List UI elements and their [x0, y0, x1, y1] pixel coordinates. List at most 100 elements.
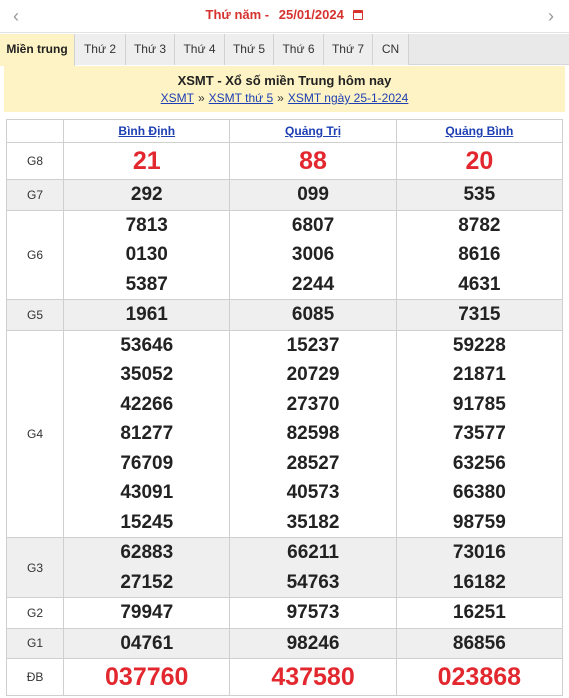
prize-label: G6 [5, 209, 65, 300]
prize-cell: 59228 21871 91785 73577 63256 66380 98759 [395, 329, 564, 538]
prize-row-đb: ĐB 037760 437580 023868 [5, 658, 564, 696]
province-link-binh-dinh[interactable]: Bình Định [118, 124, 175, 138]
winning-number: 28527 [286, 452, 340, 474]
prize-cell: 7315 [395, 299, 564, 331]
winning-number: 54763 [286, 571, 340, 593]
winning-number: 1961 [125, 304, 168, 325]
breadcrumb: XSMT» XSMT thứ 5» XSMT ngày 25-1-2024 [4, 91, 565, 105]
prize-cell: 1961 [63, 299, 231, 331]
prize-cell: 8782 8616 4631 [395, 209, 564, 300]
winning-number: 79947 [120, 602, 174, 623]
breadcrumb-link-xsmt[interactable]: XSMT [161, 91, 194, 105]
winning-number: 16251 [452, 602, 506, 623]
winning-number: 5387 [125, 273, 168, 295]
breadcrumb-separator: » [277, 91, 284, 105]
calendar-icon[interactable] [353, 10, 364, 20]
prize-cell: 98246 [229, 627, 397, 659]
winning-number: 97573 [286, 602, 340, 623]
winning-number: 21 [132, 147, 161, 175]
prize-row-g4: G4 53646 35052 42266 81277 76709 43091 15245 152… [5, 329, 564, 538]
breadcrumb-link-xsmt-thu-5[interactable]: XSMT thứ 5 [209, 91, 274, 105]
tab-mien-trung[interactable]: Miền trung [0, 34, 75, 66]
prize-label: G1 [5, 627, 65, 659]
winning-number: 7813 [125, 214, 168, 236]
prize-label: G4 [5, 329, 65, 538]
winning-number: 66211 [287, 542, 339, 563]
prize-row-g6: G6 7813 0130 5387 6807 3006 2244 8782 8616 4631 [5, 209, 564, 300]
winning-number: 86856 [452, 632, 506, 654]
tab-cn[interactable]: CN [373, 34, 409, 65]
date-bar: ‹ Thứ năm - 25/01/2024 › [0, 0, 569, 33]
winning-number: 023868 [437, 663, 522, 691]
prize-cell: 535 [395, 179, 564, 211]
prize-cell: 15237 20729 27370 82598 28527 40573 35182 [229, 329, 397, 538]
prize-cell: 037760 [63, 658, 231, 696]
winning-number: 437580 [271, 663, 355, 691]
prize-cell: 16251 [395, 597, 564, 629]
tab-thu-4[interactable]: Thứ 4 [175, 34, 225, 65]
results-header: XSMT - Xổ số miền Trung hôm nay XSMT» XSM… [4, 66, 565, 112]
prize-cell: 53646 35052 42266 81277 76709 43091 15245 [63, 329, 231, 538]
winning-number: 62883 [120, 542, 174, 563]
winning-number: 91785 [452, 393, 506, 415]
winning-number: 535 [463, 184, 496, 205]
prize-row-g3: G3 62883 27152 66211 54763 73016 16182 [5, 537, 564, 598]
tab-thu-2[interactable]: Thứ 2 [75, 34, 126, 65]
date-picker[interactable]: Thứ năm - 25/01/2024 [0, 7, 569, 22]
prize-cell: 97573 [229, 597, 397, 629]
winning-number: 6085 [291, 304, 335, 325]
prize-label: G7 [5, 179, 65, 211]
winning-number: 7315 [458, 304, 501, 325]
prize-cell: 04761 [63, 627, 231, 659]
header-empty [5, 119, 65, 143]
winning-number: 42266 [120, 393, 174, 415]
winning-number: 099 [297, 184, 329, 205]
prize-cell: 66211 54763 [229, 537, 397, 598]
winning-number: 40573 [286, 482, 340, 503]
tab-thu-5[interactable]: Thứ 5 [225, 34, 274, 65]
prize-label: G2 [5, 597, 65, 629]
prize-label: ĐB [5, 658, 65, 696]
winning-number: 73016 [452, 542, 506, 563]
province-header: Quảng Trị [229, 119, 397, 143]
winning-number: 20 [465, 147, 494, 175]
date-value[interactable]: 25/01/2024 [279, 7, 344, 22]
prize-cell: 099 [229, 179, 397, 211]
day-of-week: Thứ năm - [205, 7, 270, 22]
results-table: Bình Định Quảng Trị Quảng Bình G8 21 88 20 G… [5, 119, 564, 696]
winning-number: 16182 [452, 571, 506, 593]
breadcrumb-link-date[interactable]: XSMT ngày 25-1-2024 [288, 91, 409, 105]
winning-number: 53646 [120, 334, 174, 356]
prize-label: G5 [5, 299, 65, 331]
winning-number: 3006 [291, 244, 335, 265]
prize-row-g2: G2 79947 97573 16251 [5, 597, 564, 629]
winning-number: 0130 [125, 244, 168, 265]
winning-number: 98759 [452, 511, 506, 533]
winning-number: 6807 [291, 214, 335, 236]
winning-number: 59228 [452, 334, 506, 356]
prize-cell: 86856 [395, 627, 564, 659]
province-link-quang-tri[interactable]: Quảng Trị [285, 124, 341, 138]
prize-row-g8: G8 21 88 20 [5, 142, 564, 180]
winning-number: 81277 [120, 423, 174, 444]
tab-thu-6[interactable]: Thứ 6 [274, 34, 324, 65]
winning-number: 27152 [120, 571, 174, 593]
province-link-quang-binh[interactable]: Quảng Bình [445, 124, 513, 138]
winning-number: 82598 [286, 423, 340, 444]
winning-number: 21871 [452, 364, 506, 385]
winning-number: 35182 [286, 511, 340, 533]
winning-number: 4631 [458, 273, 501, 295]
prize-cell: 62883 27152 [63, 537, 231, 598]
winning-number: 66380 [452, 482, 506, 503]
chevron-right-icon[interactable]: › [541, 6, 561, 26]
tab-thu-7[interactable]: Thứ 7 [324, 34, 373, 65]
prize-cell: 6085 [229, 299, 397, 331]
winning-number: 8616 [458, 244, 501, 265]
prize-row-g5: G5 1961 6085 7315 [5, 299, 564, 331]
winning-number: 76709 [120, 452, 174, 474]
prize-cell: 79947 [63, 597, 231, 629]
winning-number: 292 [130, 184, 163, 205]
tab-thu-3[interactable]: Thứ 3 [126, 34, 175, 65]
winning-number: 63256 [452, 452, 506, 474]
page-title: XSMT - Xổ số miền Trung hôm nay [177, 73, 392, 88]
